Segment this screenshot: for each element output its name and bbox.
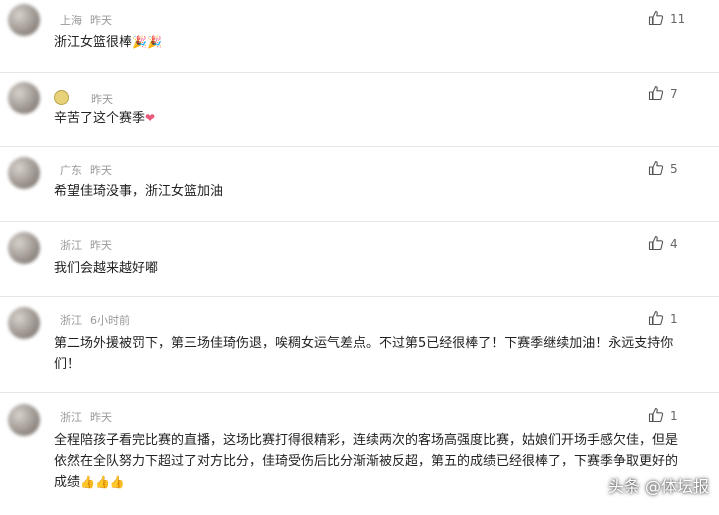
thumbs-up-icon: [648, 311, 664, 326]
like-count: 4: [670, 237, 678, 251]
level-badge-icon: [54, 90, 69, 105]
comment-meta: 浙江 昨天: [54, 409, 120, 425]
like-button[interactable]: 7: [648, 85, 678, 101]
location: 浙江: [60, 411, 82, 424]
avatar[interactable]: [8, 404, 40, 436]
avatar[interactable]: [8, 307, 40, 339]
avatar[interactable]: [8, 157, 40, 189]
heart-emoji: ❤: [145, 111, 156, 125]
comment-meta: 广东 昨天: [54, 162, 120, 178]
timestamp: 昨天: [90, 164, 112, 177]
comment-meta: 昨天: [54, 90, 121, 107]
avatar[interactable]: [8, 4, 40, 36]
comment-text: 辛苦了这个赛季❤: [54, 111, 156, 126]
like-count: 5: [670, 162, 678, 176]
timestamp: 昨天: [90, 239, 112, 252]
comment-text: 浙江女篮很棒🎉🎉: [54, 35, 162, 50]
thumbs-up-icon: [648, 11, 664, 26]
party-emoji: 🎉🎉: [132, 35, 162, 49]
watermark: 头条 @体坛报: [607, 477, 709, 496]
timestamp: 昨天: [90, 411, 112, 424]
divider: [0, 392, 719, 393]
comment-text: 希望佳琦没事，浙江女篮加油: [54, 184, 224, 199]
divider: [0, 72, 719, 73]
divider: [0, 221, 719, 222]
thumbs-up-icon: [648, 161, 664, 176]
thumbs-up-icon: [648, 408, 664, 423]
thumbs-up-icon: [648, 236, 664, 251]
avatar[interactable]: [8, 232, 40, 264]
like-count: 1: [670, 409, 678, 423]
comment-meta: 浙江 6小时前: [54, 312, 138, 328]
timestamp: 6小时前: [90, 314, 130, 327]
like-button[interactable]: 1: [648, 407, 678, 423]
like-count: 11: [670, 12, 686, 26]
timestamp: 昨天: [90, 14, 112, 27]
location: 浙江: [60, 239, 82, 252]
comment-text: 我们会越来越好嘟: [54, 261, 159, 276]
divider: [0, 146, 719, 147]
location: 广东: [60, 164, 82, 177]
thumbs-up-icon: [648, 86, 664, 101]
timestamp: 昨天: [91, 93, 113, 106]
like-button[interactable]: 5: [648, 160, 678, 176]
location: 浙江: [60, 314, 82, 327]
like-count: 7: [670, 87, 678, 101]
comment-meta: 浙江 昨天: [54, 237, 120, 253]
like-button[interactable]: 1: [648, 310, 678, 326]
comment-meta: 上海 昨天: [54, 12, 120, 28]
comment-text: 全程陪孩子看完比赛的直播，这场比赛打得很精彩，连续两次的客场高强度比赛，姑娘们开…: [54, 433, 679, 490]
like-button[interactable]: 11: [648, 10, 685, 26]
comment-text: 第二场外援被罚下，第三场佳琦伤退，唉稠女运气差点。不过第5已经很棒了！下赛季继续…: [54, 336, 674, 372]
thumbs-up-emoji: 👍👍👍: [80, 475, 125, 489]
avatar[interactable]: [8, 82, 40, 114]
divider: [0, 296, 719, 297]
location: 上海: [60, 14, 82, 27]
like-count: 1: [670, 312, 678, 326]
like-button[interactable]: 4: [648, 235, 678, 251]
